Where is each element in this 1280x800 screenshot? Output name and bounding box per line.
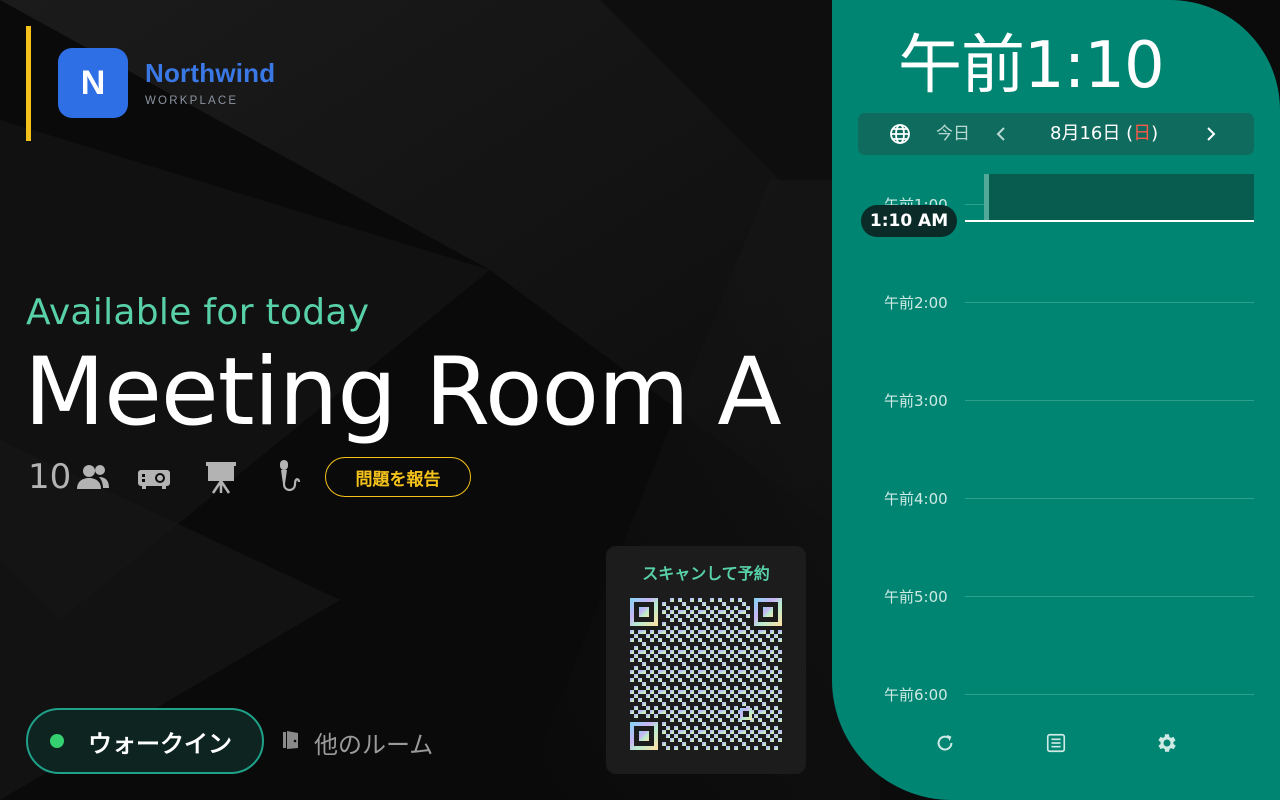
- list-icon[interactable]: [1043, 730, 1069, 756]
- timeline-hour-line: [965, 400, 1254, 401]
- status-dot: [50, 734, 64, 748]
- globe-icon[interactable]: [888, 122, 912, 150]
- whiteboard-icon: [204, 459, 238, 495]
- amenities-row: 10: [28, 456, 303, 498]
- date-navigator: 今日 8月16日 (日): [858, 113, 1254, 155]
- timeline-hour-label: 午前5:00: [884, 588, 948, 606]
- room-info-panel: N Northwind WORKPLACE Available for toda…: [0, 0, 880, 800]
- timeline-hour-line: [965, 596, 1254, 597]
- timeline-hour-line: [965, 498, 1254, 499]
- door-icon: [280, 728, 304, 756]
- report-issue-button[interactable]: 問題を報告: [325, 457, 471, 497]
- timeline-hour-row: 午前4:00: [832, 490, 1280, 508]
- date-text: 8月16日 (: [1050, 123, 1134, 144]
- current-time: 午前1:10: [898, 29, 1165, 103]
- timeline-hour-line: [965, 694, 1254, 695]
- timeline[interactable]: 午前1:00午前2:00午前3:00午前4:00午前5:00午前6:00: [832, 160, 1280, 720]
- walkin-button[interactable]: ウォークイン: [26, 708, 264, 774]
- timeline-hour-label: 午前2:00: [884, 294, 948, 312]
- chevron-right-icon[interactable]: [1204, 124, 1218, 148]
- brand-logo: N: [58, 48, 128, 118]
- timeline-hour-line: [965, 302, 1254, 303]
- day-of-week: 日: [1133, 123, 1152, 144]
- projector-icon: [136, 462, 172, 492]
- timeline-hour-row: 午前6:00: [832, 686, 1280, 704]
- other-rooms-label: 他のルーム: [314, 730, 434, 759]
- refresh-icon[interactable]: [932, 730, 958, 756]
- timeline-hour-row: 午前2:00: [832, 294, 1280, 312]
- timeline-hour-label: 午前3:00: [884, 392, 948, 410]
- brand-accent-bar: [26, 26, 31, 141]
- availability-status: Available for today: [26, 292, 370, 333]
- event-block[interactable]: [984, 174, 1254, 221]
- current-date: 8月16日 (日): [1050, 113, 1158, 155]
- today-button[interactable]: 今日: [936, 113, 970, 155]
- timeline-hour-label: 午前4:00: [884, 490, 948, 508]
- schedule-panel: 午前1:10 今日 8月16日 (日) 午前1:00午前2:00午前3:00午前…: [832, 0, 1280, 800]
- capacity-count: 10: [28, 457, 72, 497]
- brand-name: Northwind: [145, 58, 276, 88]
- gear-icon[interactable]: [1154, 730, 1180, 756]
- timeline-hour-label: 午前6:00: [884, 686, 948, 704]
- timeline-hour-row: 午前5:00: [832, 588, 1280, 606]
- date-close: ): [1151, 123, 1159, 144]
- timeline-hour-row: 午前3:00: [832, 392, 1280, 410]
- now-indicator-line: [965, 220, 1254, 222]
- brand-subtitle: WORKPLACE: [145, 95, 239, 107]
- microphone-icon: [273, 458, 303, 496]
- qr-code[interactable]: [630, 598, 782, 750]
- other-rooms-button[interactable]: 他のルーム: [280, 722, 433, 762]
- qr-card: スキャンして予約: [606, 546, 806, 774]
- now-indicator: 1:10 AM: [861, 205, 957, 237]
- people-icon: [75, 462, 111, 492]
- walkin-label: ウォークイン: [88, 729, 232, 758]
- chevron-left-icon[interactable]: [994, 124, 1008, 148]
- qr-title: スキャンして予約: [642, 564, 770, 583]
- room-title: Meeting Room A: [24, 338, 782, 447]
